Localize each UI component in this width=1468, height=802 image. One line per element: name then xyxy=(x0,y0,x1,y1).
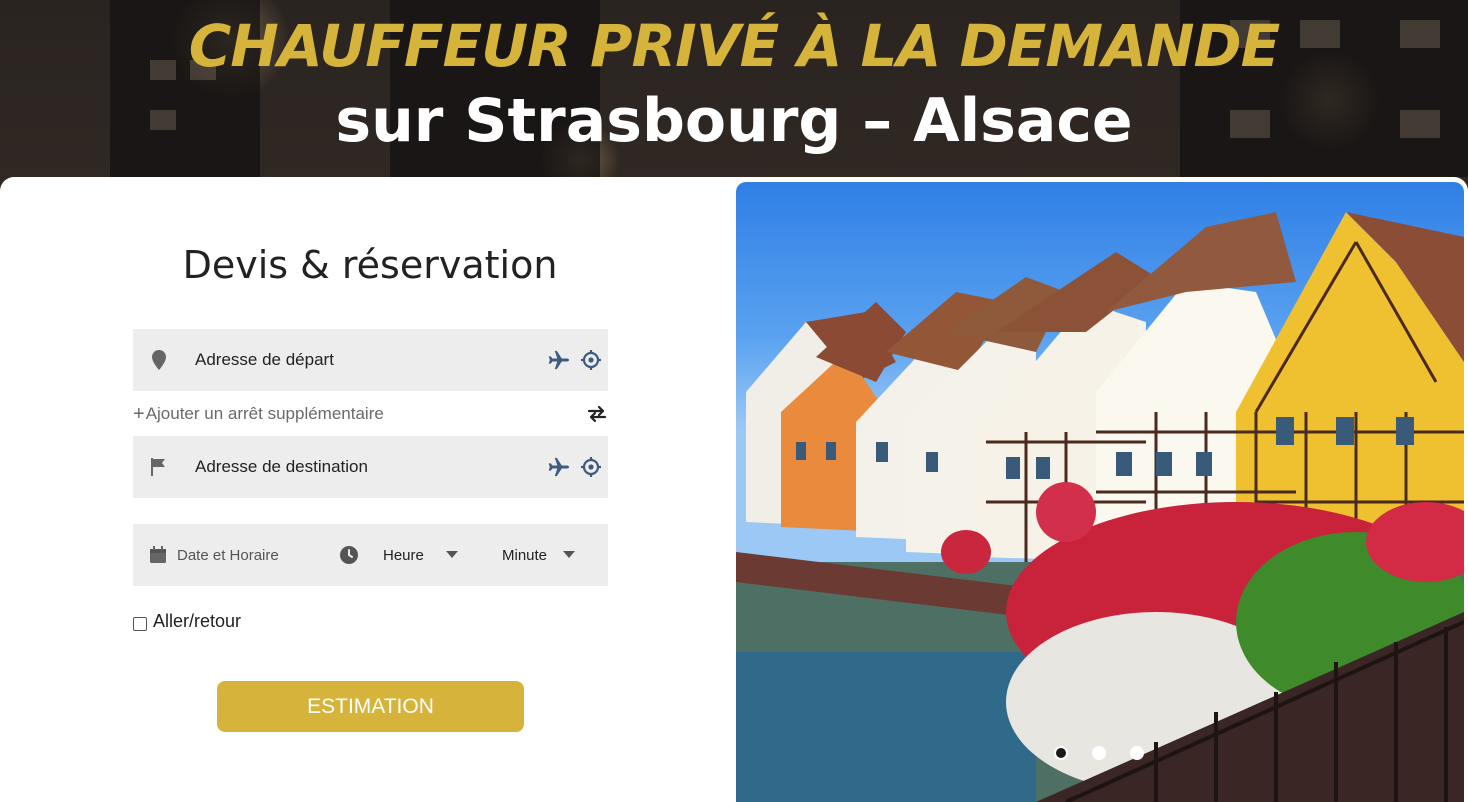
date-input[interactable]: Date et Horaire xyxy=(133,546,333,564)
minute-select[interactable]: Minute xyxy=(502,546,576,564)
map-pin-icon xyxy=(133,350,185,370)
add-stop-link[interactable]: + Ajouter un arrêt supplémentaire xyxy=(133,403,384,426)
hero-title: CHAUFFEUR PRIVÉ À LA DEMANDE xyxy=(188,12,1281,80)
airplane-icon[interactable] xyxy=(548,349,570,371)
airplane-icon[interactable] xyxy=(548,456,570,478)
departure-field[interactable]: Adresse de départ xyxy=(133,329,608,391)
roundtrip-label: Aller/retour xyxy=(153,611,242,631)
date-label: Date et Horaire xyxy=(177,546,279,564)
roundtrip-option[interactable]: Aller/retour xyxy=(133,611,241,632)
add-stop-row: + Ajouter un arrêt supplémentaire xyxy=(133,401,608,427)
carousel-dot-2[interactable] xyxy=(1092,746,1106,760)
datetime-field: Date et Horaire Heure Minute xyxy=(133,524,608,586)
crosshair-icon[interactable] xyxy=(580,456,602,478)
calendar-icon xyxy=(149,546,167,564)
colmar-canal-image xyxy=(736,212,1464,802)
carousel-photo xyxy=(736,182,1464,802)
plus-icon: + xyxy=(133,402,145,425)
destination-input[interactable]: Adresse de destination xyxy=(185,457,548,477)
destination-field[interactable]: Adresse de destination xyxy=(133,436,608,498)
carousel-dot-1[interactable] xyxy=(1054,746,1068,760)
carousel-dots xyxy=(1054,746,1144,760)
roundtrip-checkbox[interactable] xyxy=(133,616,147,631)
booking-card: Devis & réservation Adresse de départ + … xyxy=(0,177,1468,802)
crosshair-icon[interactable] xyxy=(580,349,602,371)
hour-select[interactable]: Heure xyxy=(383,547,483,564)
clock-icon xyxy=(339,545,359,565)
add-stop-label: Ajouter un arrêt supplémentaire xyxy=(145,404,384,423)
carousel-dot-3[interactable] xyxy=(1130,746,1144,760)
estimate-button[interactable]: ESTIMATION xyxy=(217,681,524,732)
swap-arrows-icon[interactable] xyxy=(586,403,608,425)
minute-label: Minute xyxy=(502,546,548,564)
flag-icon xyxy=(133,458,185,476)
hero-subtitle: sur Strasbourg – Alsace xyxy=(335,86,1133,156)
hour-label: Heure xyxy=(383,546,424,564)
caret-down-icon xyxy=(445,551,458,559)
departure-input[interactable]: Adresse de départ xyxy=(185,350,548,370)
caret-down-icon xyxy=(563,551,576,559)
form-title: Devis & réservation xyxy=(182,243,558,287)
